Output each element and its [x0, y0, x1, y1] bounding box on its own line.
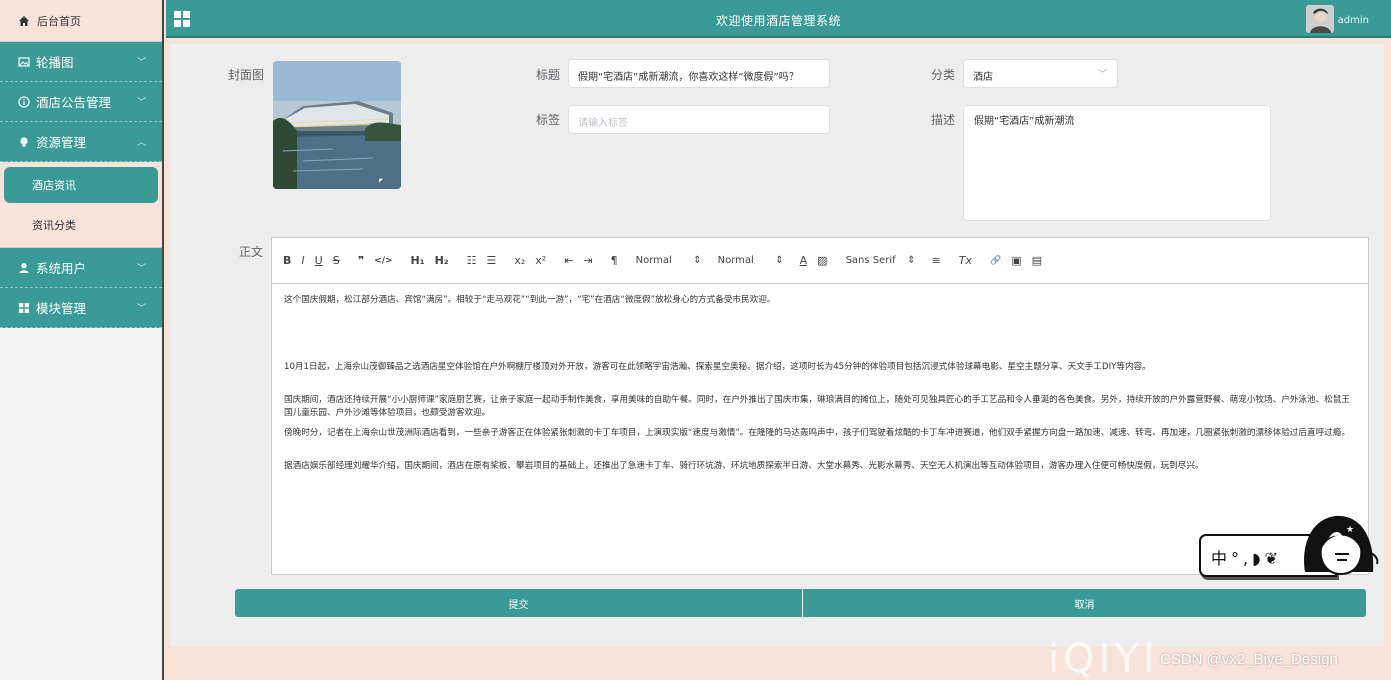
bullet-list-button[interactable]: ☰: [486, 254, 496, 267]
editor-paragraph: 10月1日起，上海佘山茂御臻品之选酒店星空体验馆在户外啊棚厅楼顶对外开放，游客可…: [284, 362, 1151, 372]
editor-paragraph: 国庆期间，酒店还持续开展“小小厨师课”家庭厨艺赛，让亲子家庭一起动手制作美食，享…: [284, 395, 1350, 418]
svg-text:◤: ◤: [379, 178, 383, 184]
chevron-down-icon: ﹀: [136, 98, 146, 108]
chevron-down-icon: ﹀: [136, 58, 146, 68]
align-button[interactable]: ≡: [932, 254, 941, 267]
tags-input[interactable]: 请输入标签: [568, 105, 830, 134]
chevron-up-icon: ︿: [136, 138, 146, 148]
font-color-button[interactable]: A: [800, 254, 808, 267]
italic-button[interactable]: I: [301, 254, 304, 267]
username[interactable]: admin: [1338, 15, 1369, 26]
bulb-icon: [20, 136, 28, 147]
avatar-image: [1306, 5, 1334, 33]
page-title: 欢迎使用酒店管理系统: [715, 14, 841, 28]
editor-paragraph: 傍晚时分，记者在上海佘山世茂洲际酒店看到，一些亲子游客正在体验紧张刺激的卡丁车项…: [284, 428, 1350, 438]
editor-empty-line: [284, 374, 1356, 394]
editor-content[interactable]: 这个国庆假期，松江部分酒店、宾馆“满房”。相较于“走马观花”“到此一游”，“宅”…: [272, 284, 1368, 483]
sidebar-item-users[interactable]: 系统用户 ﹀: [0, 248, 162, 288]
font-picker-value: Sans Serif: [845, 255, 896, 266]
sidebar-item-label: 资源管理: [36, 135, 87, 150]
updown-icon: ⇕: [907, 255, 916, 266]
subscript-button[interactable]: x₂: [514, 254, 525, 267]
cover-label: 封面图: [227, 68, 264, 82]
size-picker[interactable]: Normal ⇕: [636, 255, 702, 266]
link-button[interactable]: 🔗: [990, 256, 1001, 266]
editor-empty-line: [284, 307, 1356, 361]
indent-button[interactable]: ⇥: [583, 254, 592, 267]
sidebar-item-modules[interactable]: 模块管理 ﹀: [0, 288, 162, 328]
editor-empty-line: [284, 440, 1356, 460]
cancel-button[interactable]: 取消: [803, 589, 1366, 617]
ime-mascot-icon: ★: [1304, 515, 1379, 576]
avatar[interactable]: [1306, 5, 1334, 33]
background-color-button[interactable]: ▨: [817, 254, 827, 267]
sidebar: 后台首页 轮播图 ﹀ 酒店公告管理 ﹀ 资源管理 ︿ 酒店资讯 资讯分类 系统用…: [0, 0, 164, 680]
underline-button[interactable]: U: [315, 254, 323, 267]
updown-icon: ⇕: [775, 255, 784, 266]
body-label: 正文: [238, 245, 263, 259]
image-button[interactable]: ▣: [1011, 254, 1021, 267]
user-icon: [19, 262, 29, 273]
editor-empty-line: [284, 420, 1356, 427]
category-label: 分类: [930, 68, 955, 82]
sidebar-item-label: 模块管理: [36, 301, 87, 316]
submit-button[interactable]: 提交: [235, 589, 802, 617]
header-picker-value: Normal: [717, 255, 754, 266]
sidebar-item-label: 资讯分类: [32, 219, 76, 232]
text-direction-button[interactable]: ¶: [611, 254, 618, 267]
code-block-button[interactable]: </>: [374, 256, 392, 266]
tags-label: 标签: [535, 113, 560, 127]
header-2-button[interactable]: H₂: [435, 254, 449, 267]
strike-button[interactable]: S: [333, 254, 340, 267]
ordered-list-button[interactable]: ☷: [467, 254, 477, 267]
sidebar-item-hotel-news[interactable]: 酒店资讯: [4, 167, 158, 203]
rich-text-editor: B I U S ❞ </> H₁ H₂ ☷ ☰ x₂ x² ⇤ ⇥ ¶ Norm…: [271, 237, 1369, 575]
sidebar-item-carousel[interactable]: 轮播图 ﹀: [0, 42, 162, 82]
header-1-button[interactable]: H₁: [411, 254, 425, 267]
editor-toolbar: B I U S ❞ </> H₁ H₂ ☷ ☰ x₂ x² ⇤ ⇥ ¶ Norm…: [272, 238, 1368, 284]
info-icon: [18, 95, 30, 108]
bold-button[interactable]: B: [283, 254, 291, 267]
sidebar-item-label: 酒店公告管理: [36, 95, 112, 110]
blockquote-button[interactable]: ❞: [358, 254, 364, 267]
font-picker[interactable]: Sans Serif ⇕: [846, 255, 916, 266]
sidebar-item-resources[interactable]: 资源管理 ︿: [0, 122, 162, 162]
chevron-down-icon: ﹀: [136, 304, 146, 314]
iqiyi-watermark: iQIYI: [1048, 636, 1159, 680]
ime-toolbar[interactable]: 中°,◗❦ ★: [1199, 515, 1381, 578]
sidebar-item-label: 酒店资讯: [32, 179, 76, 192]
top-header: 欢迎使用酒店管理系统 admin: [166, 0, 1391, 38]
cover-image-upload[interactable]: ◤: [273, 61, 401, 189]
category-selected-value: 酒店: [973, 72, 993, 83]
size-picker-value: Normal: [635, 255, 672, 266]
superscript-button[interactable]: x²: [535, 254, 546, 267]
editor-paragraph: 据酒店娱乐部经理刘耀华介绍，国庆期间，酒店在原有桨板、攀岩项目的基础上，还推出了…: [284, 461, 1204, 471]
description-textarea[interactable]: 假期“宅酒店”成新潮流: [963, 105, 1271, 221]
description-label: 描述: [930, 113, 955, 127]
sidebar-item-news-category[interactable]: 资讯分类: [4, 207, 158, 243]
svg-text:★: ★: [1346, 525, 1354, 535]
category-select[interactable]: 酒店 ﹀: [963, 59, 1118, 88]
sidebar-item-label: 系统用户: [36, 261, 87, 276]
editor-paragraph: 这个国庆假期，松江部分酒店、宾馆“满房”。相较于“走马观花”“到此一游”，“宅”…: [284, 295, 776, 305]
submenu-resources: 酒店资讯 资讯分类: [0, 162, 162, 248]
outdent-button[interactable]: ⇤: [564, 254, 573, 267]
clean-format-button[interactable]: Tx: [959, 254, 972, 267]
sidebar-item-home[interactable]: 后台首页: [0, 0, 162, 42]
grid-icon: [19, 302, 29, 313]
header-picker[interactable]: Normal ⇕: [718, 255, 784, 266]
video-button[interactable]: ▤: [1032, 254, 1042, 267]
sidebar-item-label: 轮播图: [36, 55, 74, 70]
cover-image: ◤: [273, 61, 401, 189]
updown-icon: ⇕: [693, 255, 702, 266]
sidebar-item-label: 后台首页: [37, 14, 81, 28]
title-input[interactable]: 假期“宅酒店”成新潮流，你喜欢这样“微度假”吗？: [568, 59, 830, 88]
home-icon: [19, 15, 29, 26]
image-icon: [18, 56, 30, 67]
chevron-down-icon: ﹀: [1097, 70, 1107, 80]
sidebar-item-notices[interactable]: 酒店公告管理 ﹀: [0, 82, 162, 122]
chevron-down-icon: ﹀: [136, 264, 146, 274]
csdn-watermark: CSDN @vx2_Biye_Design: [1160, 651, 1338, 668]
title-label: 标题: [535, 68, 560, 82]
